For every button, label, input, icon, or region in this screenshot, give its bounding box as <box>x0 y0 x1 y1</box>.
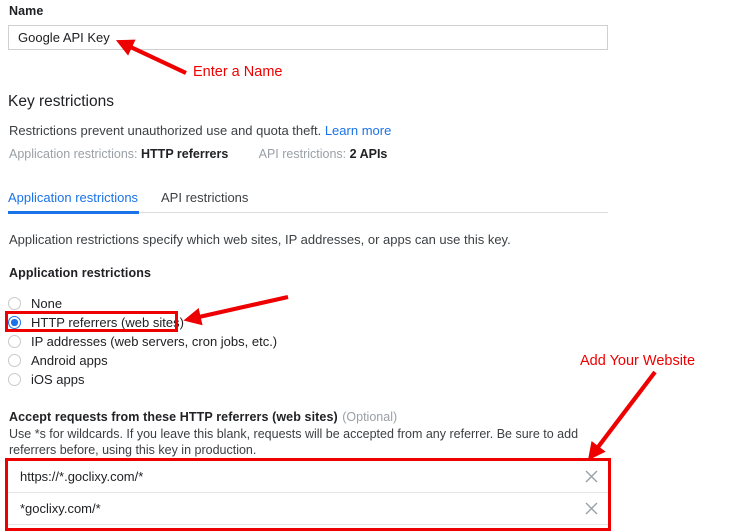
annotation-add-your-website: Add Your Website <box>580 353 696 369</box>
name-input[interactable] <box>9 26 607 49</box>
radio-option-android-apps[interactable]: Android apps <box>8 351 277 370</box>
tab-active-indicator <box>8 211 139 214</box>
referrer-row[interactable] <box>8 460 608 493</box>
api-key-settings-page: Name Key restrictions Restrictions preve… <box>0 0 735 531</box>
application-restrictions-description: Application restrictions specify which w… <box>9 232 511 247</box>
key-restrictions-title: Key restrictions <box>8 93 114 110</box>
radio-label: None <box>31 296 63 311</box>
close-icon[interactable] <box>574 493 608 524</box>
close-icon[interactable] <box>574 461 608 492</box>
name-field-wrapper[interactable] <box>8 25 608 50</box>
radio-icon <box>8 297 21 310</box>
radio-icon <box>8 354 21 367</box>
application-restrictions-heading: Application restrictions <box>9 266 152 280</box>
accept-requests-heading: Accept requests from these HTTP referrer… <box>9 410 338 424</box>
referrer-row[interactable] <box>8 492 608 525</box>
learn-more-link[interactable]: Learn more <box>325 123 391 138</box>
accept-requests-heading-row: Accept requests from these HTTP referrer… <box>9 408 397 426</box>
key-restrictions-description-text: Restrictions prevent unauthorized use an… <box>9 123 322 138</box>
radio-label: Android apps <box>31 353 108 368</box>
radio-icon <box>8 335 21 348</box>
referrer-input[interactable] <box>8 460 574 493</box>
annotation-enter-a-name: Enter a Name <box>193 64 283 80</box>
summary-application-label: Application restrictions: <box>9 147 138 161</box>
tab-application-restrictions[interactable]: Application restrictions <box>8 190 138 212</box>
summary-application-value: HTTP referrers <box>141 147 229 161</box>
application-restrictions-radio-group: None HTTP referrers (web sites) IP addre… <box>8 294 277 389</box>
radio-icon <box>8 316 21 329</box>
radio-label: HTTP referrers (web sites) <box>31 315 184 330</box>
radio-option-none[interactable]: None <box>8 294 277 313</box>
referrer-list <box>8 460 608 525</box>
radio-option-ios-apps[interactable]: iOS apps <box>8 370 277 389</box>
radio-option-ip-addresses[interactable]: IP addresses (web servers, cron jobs, et… <box>8 332 277 351</box>
summary-api-label: API restrictions: <box>258 147 347 161</box>
tab-api-restrictions[interactable]: API restrictions <box>161 190 248 212</box>
radio-option-http-referrers[interactable]: HTTP referrers (web sites) <box>8 313 277 332</box>
referrer-input[interactable] <box>8 492 574 525</box>
accept-requests-help-text: Use *s for wildcards. If you leave this … <box>9 427 579 457</box>
radio-label: iOS apps <box>31 372 85 387</box>
key-restrictions-description: Restrictions prevent unauthorized use an… <box>9 123 391 138</box>
radio-icon <box>8 373 21 386</box>
radio-label: IP addresses (web servers, cron jobs, et… <box>31 334 278 349</box>
optional-label: (Optional) <box>342 410 398 424</box>
name-label: Name <box>9 4 44 18</box>
summary-api-value: 2 APIs <box>349 147 388 161</box>
restrictions-summary-row: Application restrictions: HTTP referrers… <box>9 147 387 161</box>
